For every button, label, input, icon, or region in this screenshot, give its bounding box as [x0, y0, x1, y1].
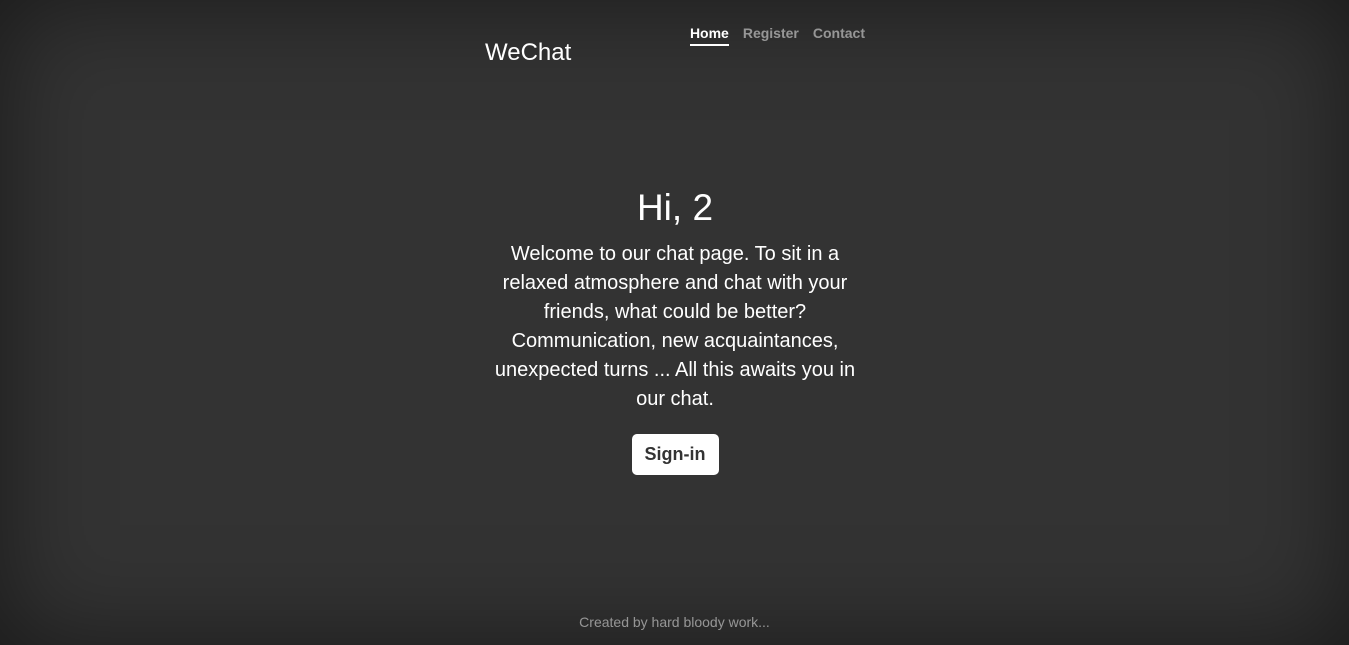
footer: Created by hard bloody work... — [0, 613, 1349, 631]
greeting-heading: Hi, 2 — [636, 187, 714, 228]
footer-text: Created by hard bloody work... — [579, 614, 770, 630]
masthead: WeChat Home Register Contact — [485, 0, 865, 80]
welcome-text: Welcome to our chat page. To sit in a re… — [494, 243, 856, 410]
brand-logo: WeChat — [485, 39, 572, 66]
cover-section: Hi, 2 Welcome to our chat page. To sit i… — [485, 184, 865, 475]
nav-register-link[interactable]: Register — [743, 24, 799, 46]
nav-home-link[interactable]: Home — [689, 24, 729, 46]
sign-in-button[interactable]: Sign-in — [631, 434, 719, 475]
nav-contact-link[interactable]: Contact — [813, 24, 865, 46]
main-nav: Home Register Contact — [689, 24, 865, 46]
